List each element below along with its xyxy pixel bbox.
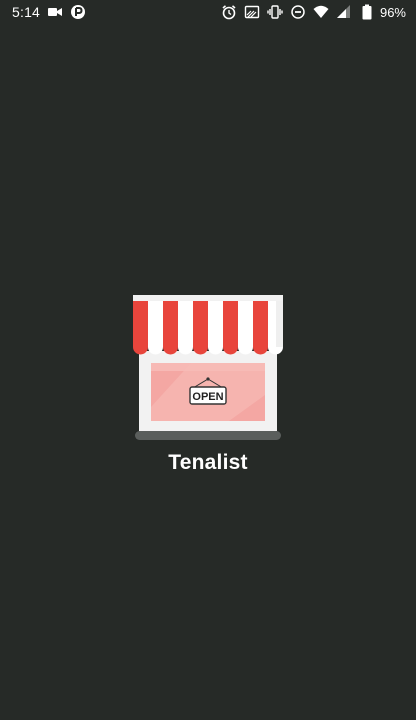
status-bar-left: 5:14 bbox=[12, 4, 86, 20]
status-bar-right: 96% bbox=[221, 4, 406, 20]
status-bar: 5:14 96% bbox=[0, 0, 416, 24]
wifi-icon bbox=[313, 4, 329, 20]
awning-top bbox=[133, 295, 283, 301]
vibrate-icon bbox=[267, 4, 283, 20]
battery-icon bbox=[359, 4, 375, 20]
alarm-icon bbox=[221, 4, 237, 20]
store-base bbox=[135, 431, 281, 440]
video-camera-icon bbox=[47, 4, 63, 20]
store-icon: OPEN bbox=[133, 295, 283, 441]
cast-icon bbox=[244, 4, 260, 20]
parking-icon bbox=[70, 4, 86, 20]
status-time: 5:14 bbox=[12, 4, 41, 20]
signal-icon bbox=[336, 4, 352, 20]
app-name: Tenalist bbox=[168, 451, 248, 474]
do-not-disturb-icon bbox=[290, 4, 306, 20]
battery-percentage: 96% bbox=[379, 4, 406, 20]
awning bbox=[133, 301, 283, 355]
open-sign-text: OPEN bbox=[192, 391, 223, 403]
splash-screen: OPEN Tenalist bbox=[0, 295, 416, 475]
